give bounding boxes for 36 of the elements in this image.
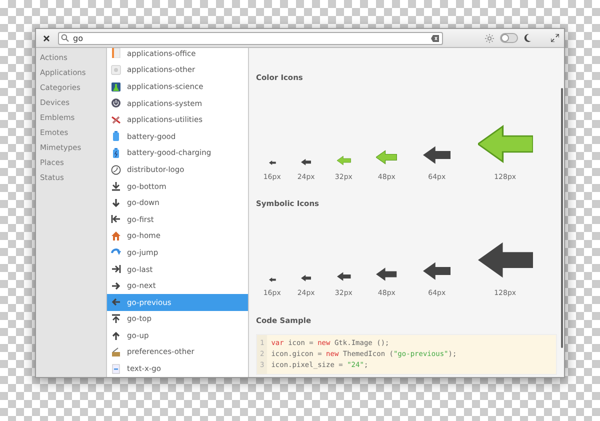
tools-icon [111,114,121,125]
logo-icon [111,164,121,175]
search-field[interactable]: go [58,32,443,44]
arrow-left-icon [268,276,276,282]
arrow-left-icon [336,154,351,166]
arrow-left-icon [423,144,451,166]
power-icon [111,98,121,108]
house-icon [111,230,121,241]
maximize-icon[interactable] [551,34,559,42]
arrow-left-icon [111,297,121,308]
document-icon [111,364,121,374]
toolbox-icon [111,347,121,358]
arrow-left-icon [300,158,312,166]
search-icon [61,34,69,42]
arrow-top-icon [111,314,121,324]
dark-mode-switch[interactable] [500,33,518,43]
close-button[interactable] [41,34,52,42]
arrow-left-icon [376,149,397,166]
arrow-up-icon [111,330,121,341]
battery-icon [111,131,121,142]
arrow-left-icon [300,274,312,282]
scrollbar[interactable] [561,88,563,348]
arrow-left-icon [423,260,451,282]
sun-icon [485,34,494,42]
arrow-left-icon [268,160,276,166]
clear-icon[interactable] [431,34,439,42]
arrow-left-icon [336,271,351,282]
arrow-first-icon [111,214,121,224]
flask-icon [111,82,121,92]
arrow-left-icon [376,266,397,282]
arrow-down-icon [111,198,121,208]
arrow-last-icon [111,264,121,274]
moon-icon [524,34,531,42]
arrow-right-icon [111,280,121,291]
arrow-bottom-icon [111,181,121,192]
battery-icon [111,148,121,158]
